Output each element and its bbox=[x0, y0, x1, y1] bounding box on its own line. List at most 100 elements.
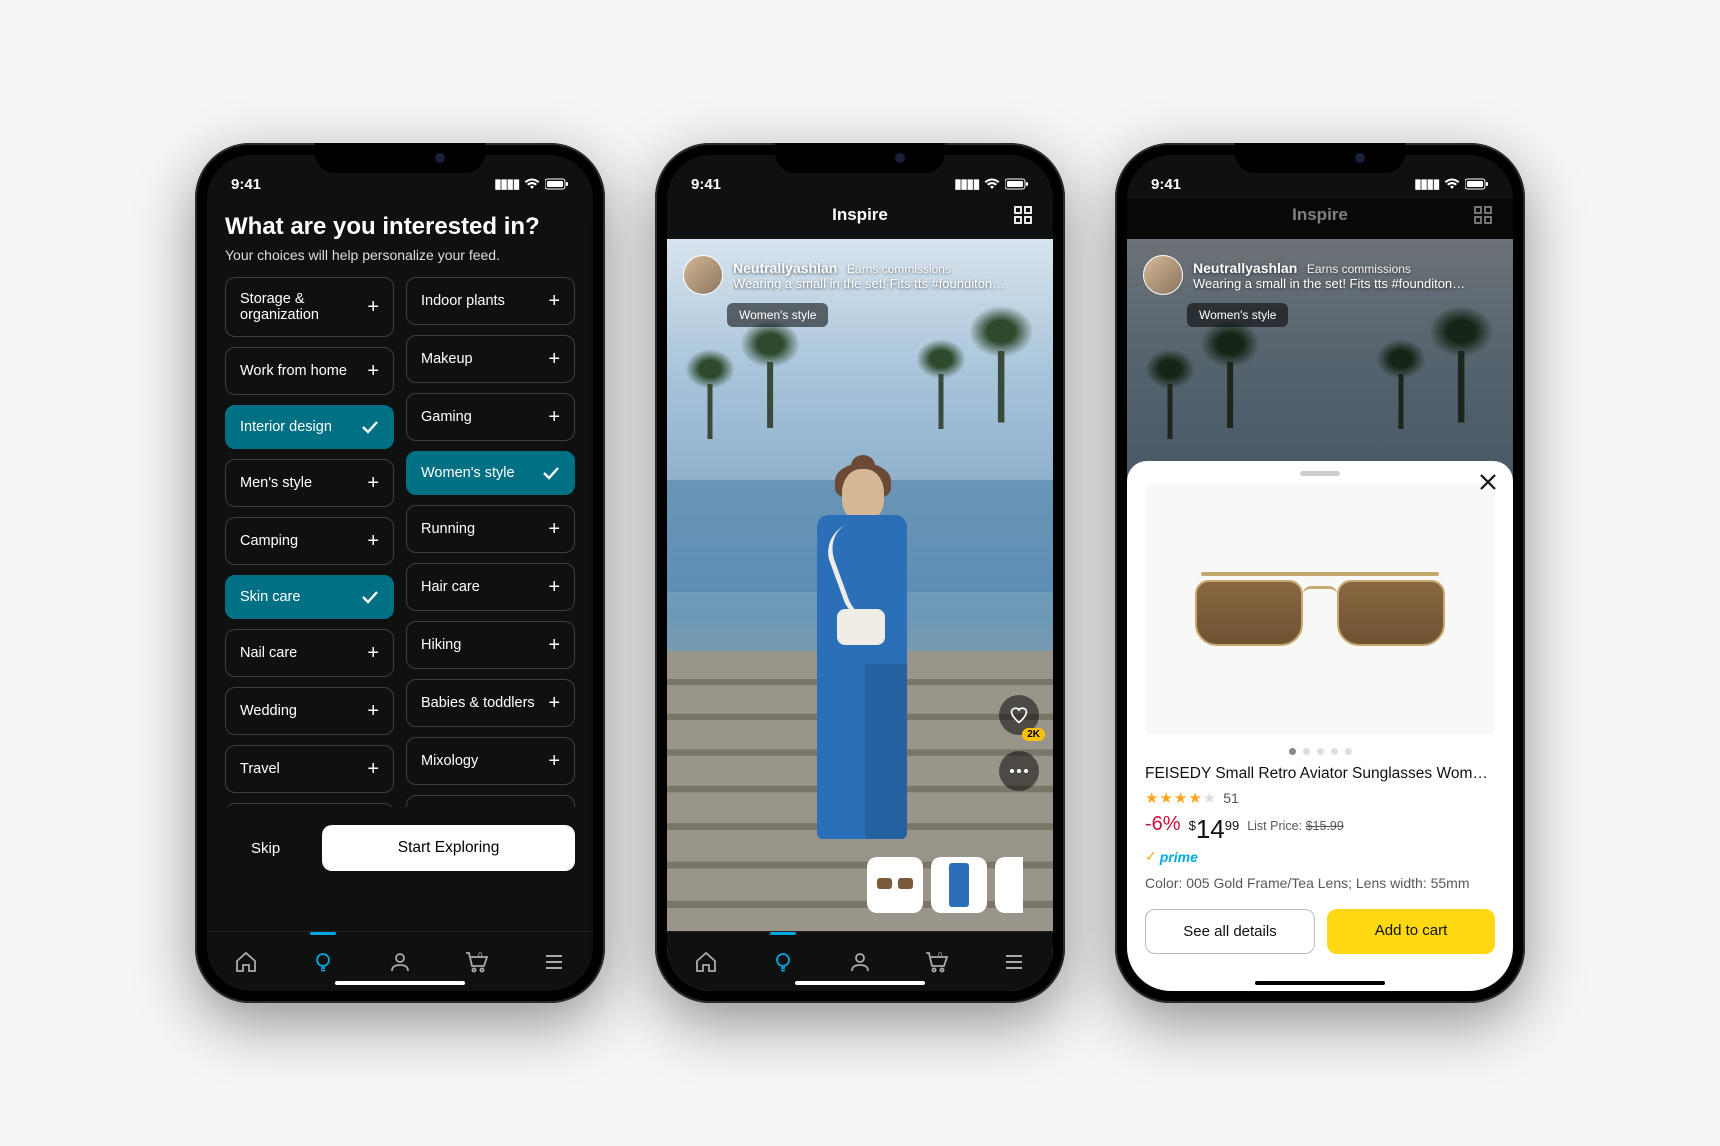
status-time: 9:41 bbox=[691, 176, 721, 193]
nav-profile-icon[interactable] bbox=[847, 949, 873, 975]
skip-button[interactable]: Skip bbox=[225, 826, 306, 871]
nav-home-icon[interactable] bbox=[693, 949, 719, 975]
feed-content[interactable]: Inspire bbox=[667, 199, 1053, 991]
close-icon[interactable] bbox=[1479, 473, 1497, 491]
interest-chip[interactable]: Gaming + bbox=[406, 393, 575, 441]
nav-inspire-icon[interactable] bbox=[770, 949, 796, 975]
product-thumb-more[interactable] bbox=[995, 857, 1023, 913]
category-tag[interactable]: Women's style bbox=[727, 303, 828, 327]
interest-chip[interactable]: Travel + bbox=[225, 745, 394, 793]
poster-avatar[interactable] bbox=[683, 255, 723, 295]
nav-cart-icon[interactable]: 0 bbox=[464, 949, 490, 975]
signal-icon: ▮▮▮▮ bbox=[494, 176, 519, 192]
poster-caption: Wearing a small in the set! Fits tts #fo… bbox=[1193, 276, 1465, 291]
discount-label: -6% bbox=[1145, 813, 1181, 836]
interests-subtitle: Your choices will help personalize your … bbox=[225, 247, 575, 263]
notch bbox=[315, 143, 485, 173]
phone-feed: 9:41 ▮▮▮▮ Inspire bbox=[655, 143, 1065, 1003]
product-image[interactable] bbox=[1145, 484, 1495, 734]
chips-col-right: Indoor plants+ Makeup+ Gaming + Women's styl… bbox=[406, 277, 575, 807]
interest-chip[interactable]: Women's style bbox=[406, 451, 575, 495]
plus-icon: + bbox=[367, 297, 379, 317]
nav-menu-icon[interactable] bbox=[541, 949, 567, 975]
chip-label: Travel bbox=[240, 761, 280, 777]
screen-product: 9:41 ▮▮▮▮ Inspire bbox=[1127, 155, 1513, 991]
interest-chip[interactable]: Babies & toddlers+ bbox=[406, 679, 575, 727]
chip-label: Gaming bbox=[421, 409, 472, 425]
plus-icon: + bbox=[367, 361, 379, 381]
chip-label: Interior design bbox=[240, 419, 332, 435]
grid-view-icon[interactable] bbox=[1013, 205, 1033, 225]
nav-inspire-icon[interactable] bbox=[310, 949, 336, 975]
add-to-cart-button[interactable]: Add to cart bbox=[1327, 909, 1495, 954]
interest-chip[interactable]: Running+ bbox=[406, 505, 575, 553]
poster-text: Neutrallyashlan Earns commissions Wearin… bbox=[1193, 260, 1465, 291]
chip-label: Mixology bbox=[421, 753, 478, 769]
chip-label: Hair care bbox=[421, 579, 480, 595]
nav-profile-icon[interactable] bbox=[387, 949, 413, 975]
poster-name: Neutrallyashlan bbox=[733, 260, 837, 276]
star-icons: ★★★★★ bbox=[1145, 789, 1217, 807]
chip-label: Women's style bbox=[421, 465, 515, 481]
sunglasses-illustration bbox=[1195, 564, 1445, 654]
status-icons: ▮▮▮▮ bbox=[954, 176, 1029, 192]
product-title[interactable]: FEISEDY Small Retro Aviator Sunglasses W… bbox=[1145, 765, 1495, 783]
interests-title: What are you interested in? bbox=[225, 213, 575, 241]
plus-icon: + bbox=[548, 407, 560, 427]
poster-avatar bbox=[1143, 255, 1183, 295]
home-indicator bbox=[1255, 981, 1385, 985]
interest-chip[interactable]: Wedding+ bbox=[225, 687, 394, 735]
interest-chip[interactable]: Pets+ bbox=[225, 803, 394, 807]
screen-interests: 9:41 ▮▮▮▮ What are you interested in? Yo… bbox=[207, 155, 593, 991]
interest-chip[interactable]: Camping+ bbox=[225, 517, 394, 565]
chip-label: Makeup bbox=[421, 351, 473, 367]
prime-badge: ✓ prime bbox=[1145, 848, 1495, 865]
interest-chip[interactable]: Hair care+ bbox=[406, 563, 575, 611]
see-details-button[interactable]: See all details bbox=[1145, 909, 1315, 954]
like-button[interactable]: 2K bbox=[999, 695, 1039, 735]
check-icon bbox=[542, 466, 560, 480]
interests-content: What are you interested in? Your choices… bbox=[207, 199, 593, 931]
interest-chip[interactable]: Hiking+ bbox=[406, 621, 575, 669]
interest-chip[interactable]: Skin care bbox=[225, 575, 394, 619]
plus-icon: + bbox=[367, 643, 379, 663]
interest-chip[interactable]: Storage & organization+ bbox=[225, 277, 394, 337]
product-thumb-sunglasses[interactable] bbox=[867, 857, 923, 913]
image-pager-dots[interactable] bbox=[1145, 748, 1495, 755]
interest-chip[interactable]: Men's style+ bbox=[225, 459, 394, 507]
poster-info[interactable]: Neutrallyashlan Earns commissions Wearin… bbox=[683, 255, 1005, 295]
interest-chip[interactable]: Indoor plants+ bbox=[406, 277, 575, 325]
nav-home-icon[interactable] bbox=[233, 949, 259, 975]
chips-col-left: Storage & organization+ Work from home+ In… bbox=[225, 277, 394, 807]
interest-chip[interactable]: Coffee making+ bbox=[406, 795, 575, 807]
interest-chip[interactable]: Mixology+ bbox=[406, 737, 575, 785]
battery-icon bbox=[545, 178, 569, 190]
product-thumb-outfit[interactable] bbox=[931, 857, 987, 913]
interest-chip[interactable]: Work from home+ bbox=[225, 347, 394, 395]
plus-icon: + bbox=[367, 701, 379, 721]
notch bbox=[775, 143, 945, 173]
signal-icon: ▮▮▮▮ bbox=[1414, 176, 1439, 192]
status-icons: ▮▮▮▮ bbox=[494, 176, 569, 192]
svg-text:0: 0 bbox=[478, 951, 483, 960]
nav-cart-icon[interactable]: 0 bbox=[924, 949, 950, 975]
wifi-icon bbox=[524, 178, 540, 190]
rating-row[interactable]: ★★★★★ 51 bbox=[1145, 789, 1495, 807]
more-button[interactable] bbox=[999, 751, 1039, 791]
plus-icon: + bbox=[367, 759, 379, 779]
side-actions: 2K bbox=[999, 695, 1039, 791]
sheet-handle[interactable] bbox=[1300, 471, 1340, 476]
chip-label: Skin care bbox=[240, 589, 300, 605]
start-exploring-button[interactable]: Start Exploring bbox=[322, 825, 575, 871]
interest-chip[interactable]: Makeup+ bbox=[406, 335, 575, 383]
home-indicator bbox=[795, 981, 925, 985]
poster-earns-label: Earns commissions bbox=[1307, 262, 1411, 276]
battery-icon bbox=[1005, 178, 1029, 190]
chip-label: Running bbox=[421, 521, 475, 537]
interest-chip[interactable]: Interior design bbox=[225, 405, 394, 449]
nav-menu-icon[interactable] bbox=[1001, 949, 1027, 975]
interest-chip[interactable]: Nail care+ bbox=[225, 629, 394, 677]
poster-info: Neutrallyashlan Earns commissions Wearin… bbox=[1143, 255, 1465, 295]
price: $ 14 99 bbox=[1189, 816, 1240, 842]
wifi-icon bbox=[1444, 178, 1460, 190]
